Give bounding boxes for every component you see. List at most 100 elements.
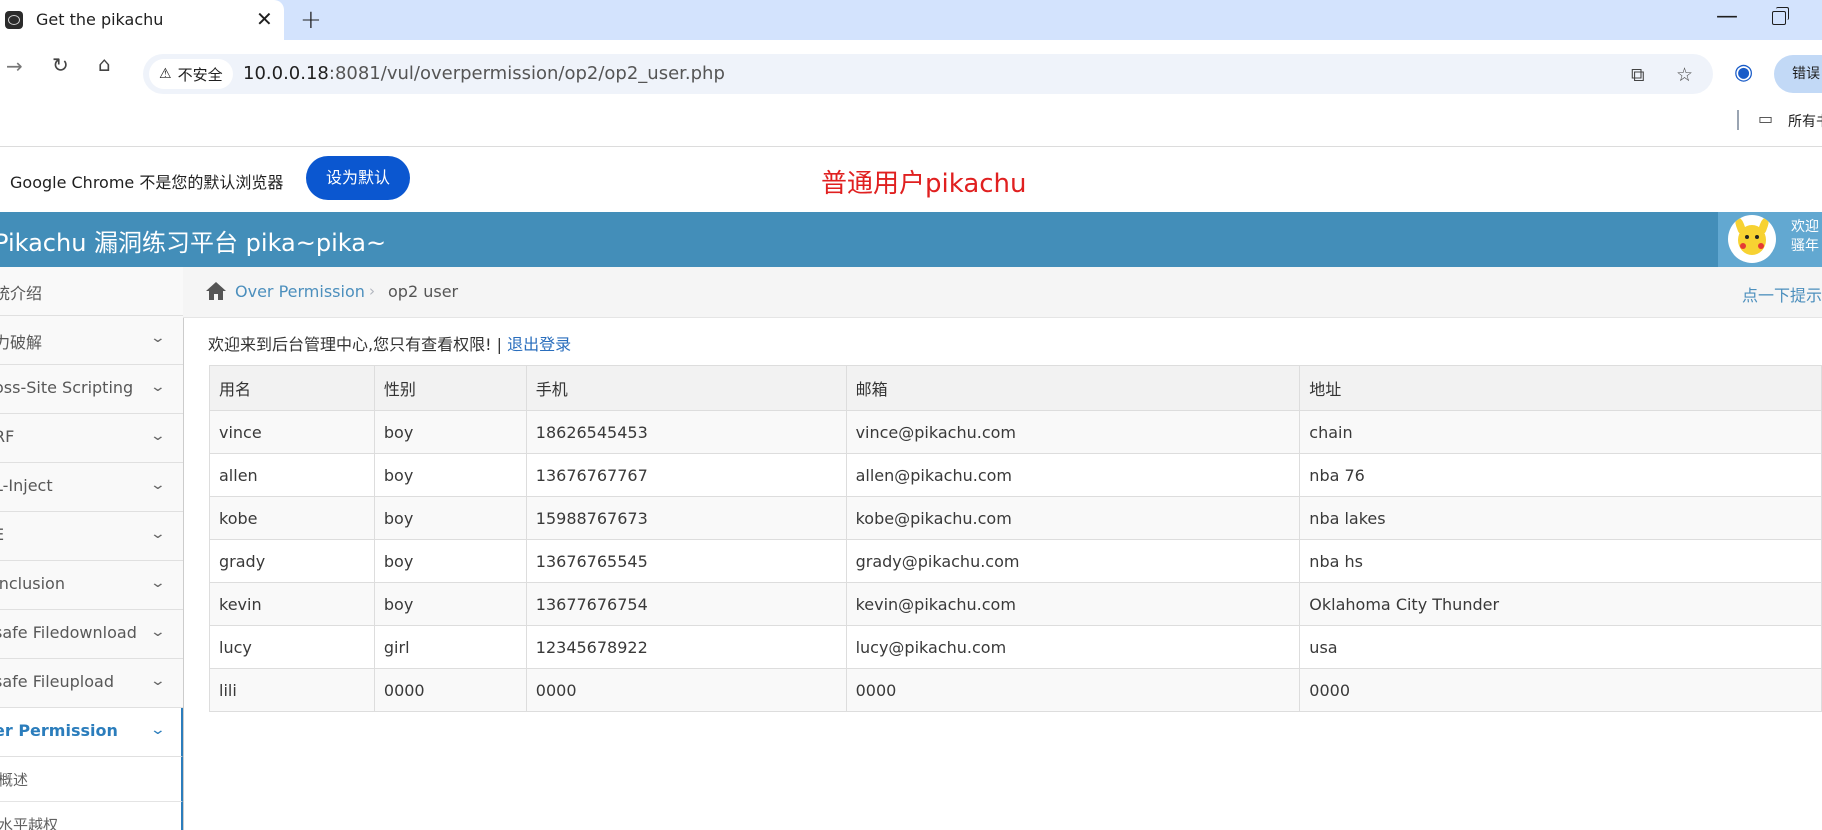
table-cell: 0000	[1299, 668, 1822, 712]
reload-icon[interactable]: ↻	[52, 53, 69, 77]
browser-tab-bar: Get the pikachu ✕ + —	[0, 0, 1822, 40]
welcome-text: 欢迎 骚年	[1791, 218, 1819, 256]
sidebar-item-brute-force[interactable]: 力破解 ⌄	[0, 316, 183, 365]
sidebar-item-sqli[interactable]: L-Inject ⌄	[0, 463, 183, 512]
table-cell: nba 76	[1299, 453, 1822, 497]
table-cell: lucy	[209, 625, 375, 669]
sidebar-item-label: 力破解	[0, 333, 43, 352]
sidebar-item-label: 统介绍	[0, 284, 43, 303]
table-row: lucy girl 12345678922 lucy@pikachu.com u…	[209, 625, 1822, 669]
app-title[interactable]: Pikachu 漏洞练习平台 pika~pika~	[0, 223, 386, 258]
table-row: lili 0000 0000 0000 0000	[209, 668, 1822, 712]
table-cell: lucy@pikachu.com	[845, 625, 1301, 669]
table-cell: lili	[209, 668, 375, 712]
table-cell: 18626545453	[525, 410, 847, 454]
table-row: grady boy 13676765545 grady@pikachu.com …	[209, 539, 1822, 583]
sidebar-subitem-horizontal[interactable]: 水平越权	[0, 802, 183, 830]
chevron-down-icon: ⌄	[149, 428, 167, 444]
logout-link[interactable]: 退出登录	[507, 335, 571, 354]
user-menu[interactable]: 欢迎 骚年	[1718, 212, 1822, 267]
sidebar-subitem-overview[interactable]: 概述	[0, 757, 183, 802]
new-tab-icon[interactable]: +	[300, 5, 322, 35]
table-cell: boy	[373, 453, 527, 497]
restore-icon[interactable]	[1772, 7, 1789, 25]
table-cell: chain	[1299, 410, 1822, 454]
profile-icon[interactable]: ◉	[1734, 60, 1753, 85]
sidebar-item-label: E	[0, 525, 4, 544]
table-cell: 12345678922	[525, 625, 847, 669]
sidebar-item-intro[interactable]: 统介绍	[0, 267, 183, 316]
home-icon[interactable]	[205, 281, 227, 301]
address-bar[interactable]: ⚠ 不安全 10.0.0.18:8081/vul/overpermission/…	[143, 54, 1713, 94]
security-chip[interactable]: ⚠ 不安全	[149, 59, 233, 89]
browser-tab[interactable]: Get the pikachu ✕	[0, 0, 284, 40]
table-cell: Oklahoma City Thunder	[1299, 582, 1822, 626]
column-header: 地址	[1299, 365, 1822, 411]
table-cell: nba lakes	[1299, 496, 1822, 540]
chevron-down-icon: ⌄	[149, 330, 167, 346]
sidebar-subitem-label: 水平越权	[0, 816, 59, 830]
user-table: 用名 性别 手机 邮箱 地址 vince boy 18626545453 vin…	[209, 365, 1822, 712]
table-cell: girl	[373, 625, 527, 669]
table-cell: vince	[209, 410, 375, 454]
hint-link[interactable]: 点一下提示	[1742, 282, 1822, 306]
chevron-down-icon: ⌄	[149, 477, 167, 493]
translate-icon[interactable]: ⧉	[1631, 64, 1645, 86]
sidebar: 统介绍 力破解 ⌄ oss-Site Scripting ⌄ RF ⌄ L-In…	[0, 267, 184, 830]
welcome-line-1: 欢迎	[1791, 219, 1819, 235]
browser-toolbar: → ↻ ⌂ ⚠ 不安全 10.0.0.18:8081/vul/overpermi…	[0, 40, 1822, 148]
chevron-down-icon: ⌄	[149, 624, 167, 640]
table-cell: nba hs	[1299, 539, 1822, 583]
sidebar-item-label: safe Filedownload	[0, 623, 137, 642]
sidebar-item-csrf[interactable]: RF ⌄	[0, 414, 183, 463]
table-cell: boy	[373, 496, 527, 540]
all-bookmarks-label[interactable]: 所有书签	[1788, 111, 1822, 131]
column-header: 手机	[525, 365, 847, 411]
table-cell: 0000	[373, 668, 527, 712]
chevron-down-icon: ⌄	[149, 526, 167, 542]
sidebar-item-label: er Permission	[0, 721, 118, 740]
table-cell: 0000	[525, 668, 847, 712]
minimize-icon[interactable]: —	[1716, 4, 1738, 29]
chevron-right-icon: ›	[369, 282, 375, 300]
breadcrumb-current: op2 user	[388, 282, 459, 301]
bookmark-divider	[1737, 110, 1739, 130]
sidebar-item-file-inclusion[interactable]: Inclusion ⌄	[0, 561, 183, 610]
table-cell: grady	[209, 539, 375, 583]
folder-icon[interactable]: ▭	[1758, 109, 1773, 128]
sidebar-item-rce[interactable]: E ⌄	[0, 512, 183, 561]
sidebar-item-unsafe-filedownload[interactable]: safe Filedownload ⌄	[0, 610, 183, 659]
breadcrumb-link[interactable]: Over Permission	[235, 282, 365, 301]
bookmark-star-icon[interactable]: ☆	[1676, 64, 1693, 86]
home-icon[interactable]: ⌂	[98, 52, 111, 76]
sidebar-item-unsafe-fileupload[interactable]: safe Fileupload ⌄	[0, 659, 183, 708]
sidebar-item-label: L-Inject	[0, 476, 53, 495]
chevron-down-icon: ⌄	[149, 379, 167, 395]
sidebar-subitem-label: 概述	[0, 771, 29, 789]
forward-icon[interactable]: →	[6, 54, 23, 78]
favicon-icon	[5, 11, 23, 29]
table-row: kobe boy 15988767673 kobe@pikachu.com nb…	[209, 496, 1822, 540]
error-button[interactable]: 错误	[1774, 55, 1822, 93]
table-cell: kevin	[209, 582, 375, 626]
security-label: 不安全	[177, 65, 223, 84]
close-icon[interactable]: ✕	[256, 7, 273, 31]
welcome-line: 欢迎来到后台管理中心,您只有查看权限! | 退出登录	[208, 331, 571, 355]
set-default-button[interactable]: 设为默认	[306, 156, 410, 200]
sidebar-item-label: RF	[0, 427, 15, 446]
welcome-line-2: 骚年	[1791, 238, 1819, 254]
sidebar-item-xss[interactable]: oss-Site Scripting ⌄	[0, 365, 183, 414]
url-path: :8081/vul/overpermission/op2/op2_user.ph…	[328, 63, 725, 84]
sidebar-item-over-permission[interactable]: er Permission ⌄	[0, 708, 183, 757]
table-cell: boy	[373, 582, 527, 626]
table-cell: vince@pikachu.com	[845, 410, 1301, 454]
table-cell: grady@pikachu.com	[845, 539, 1301, 583]
table-cell: usa	[1299, 625, 1822, 669]
chevron-down-icon: ⌄	[149, 673, 167, 689]
table-cell: 13677676754	[525, 582, 847, 626]
default-browser-infobar: Google Chrome 不是您的默认浏览器 设为默认 普通用户pikachu	[0, 146, 1822, 213]
table-row: vince boy 18626545453 vince@pikachu.com …	[209, 410, 1822, 454]
url-text[interactable]: 10.0.0.18:8081/vul/overpermission/op2/op…	[243, 63, 725, 84]
column-header: 性别	[373, 365, 527, 411]
warning-icon: ⚠	[159, 66, 172, 82]
